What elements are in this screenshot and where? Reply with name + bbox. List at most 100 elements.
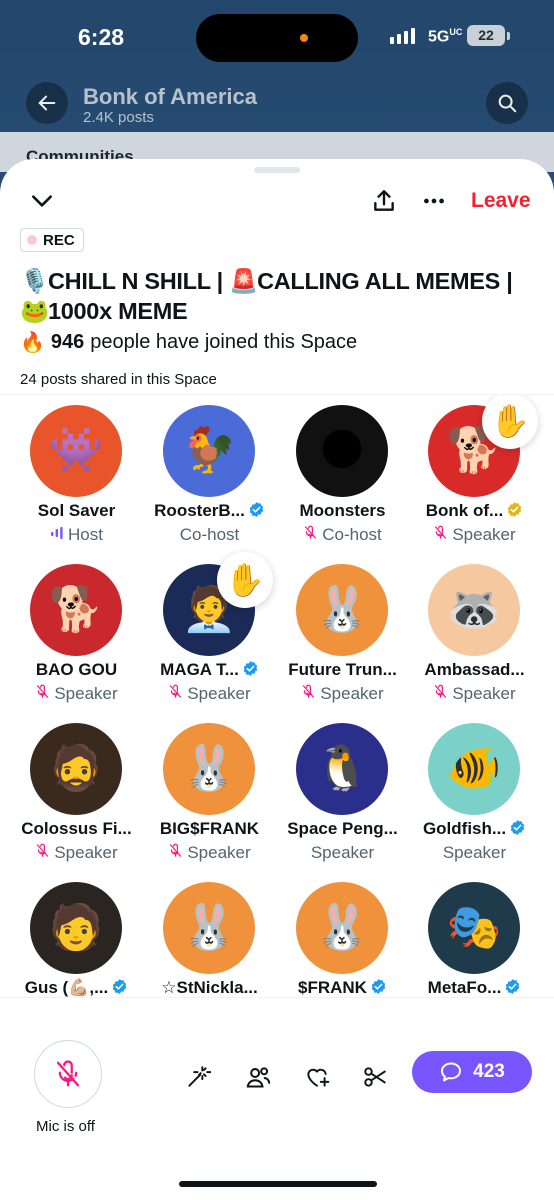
clip-button[interactable] [360, 1062, 390, 1092]
joined-number: 946 [50, 331, 85, 353]
posts-shared-link[interactable]: 24 posts shared in this Space [20, 371, 217, 388]
effects-button[interactable] [183, 1062, 213, 1092]
participant-name-text: $FRANK [298, 978, 367, 997]
microphone-emoji: 🎙️ [20, 268, 49, 294]
collapse-button[interactable] [22, 181, 62, 221]
raised-hand-icon: ✋ [482, 395, 538, 449]
more-button[interactable] [414, 181, 454, 221]
participant-card[interactable]: 🐠 Goldfish... Speaker [408, 717, 541, 875]
participant-card[interactable]: 🐕 ✋ Bonk of... Speaker [408, 395, 541, 557]
avatar-image: 🎭 [446, 903, 502, 952]
avatar[interactable]: 🐰 [296, 882, 388, 974]
participant-name: Gus (💪🏼,... [10, 978, 143, 997]
space-title-part3: 1000x MEME [48, 298, 188, 324]
participant-name: Sol Saver [10, 501, 143, 521]
community-post-count: 2.4K posts [83, 109, 154, 126]
mic-off-icon [35, 684, 50, 704]
search-button[interactable] [486, 82, 528, 124]
mic-off-icon [301, 684, 316, 704]
participant-card[interactable]: 🐰 ☆StNickla... [143, 876, 276, 997]
participant-card[interactable]: 🦝 Ambassad... Speaker [408, 558, 541, 716]
fire-icon: 🔥 [20, 332, 45, 354]
participant-role: Speaker [276, 684, 409, 704]
avatar[interactable]: 👾 [30, 405, 122, 497]
network-label: 5G [428, 28, 450, 46]
background-header: Bonk of America 2.4K posts [0, 80, 554, 132]
participant-card[interactable]: 🐰 Future Trun... Speaker [276, 558, 409, 716]
participant-role: Speaker [408, 525, 541, 545]
participant-name-text: Moonsters [299, 501, 386, 520]
participant-role: Co-host [276, 525, 409, 545]
leave-button[interactable]: Leave [471, 189, 531, 213]
participant-card[interactable]: 🌑 Moonsters Co-host [276, 399, 409, 557]
participant-card[interactable]: 🐧 Space Peng... Speaker [276, 717, 409, 875]
participant-role-text: Speaker [452, 684, 516, 703]
participant-name: Moonsters [276, 501, 409, 521]
participant-card[interactable]: 🧑 Gus (💪🏼,... [10, 876, 143, 997]
avatar-image: 🐰 [314, 585, 370, 634]
host-bars-icon [50, 525, 64, 545]
participant-card[interactable]: 🐰 BIG$FRANK Speaker [143, 717, 276, 875]
avatar[interactable]: 🐕 [30, 564, 122, 656]
participant-role-text: Co-host [322, 525, 382, 544]
sheet-grabber[interactable] [254, 167, 300, 173]
participant-role: Speaker [143, 684, 276, 704]
avatar[interactable]: 🐧 [296, 723, 388, 815]
participant-role-text: Speaker [54, 843, 118, 862]
share-button[interactable] [364, 181, 404, 221]
avatar-image: 🌑 [319, 426, 365, 475]
verified-badge-icon [248, 501, 265, 523]
avatar[interactable]: 🐠 [428, 723, 520, 815]
participant-card[interactable]: 🐰 $FRANK [276, 876, 409, 997]
participant-card[interactable]: 🧔 Colossus Fi... Speaker [10, 717, 143, 875]
more-icon [424, 198, 444, 204]
community-title: Bonk of America [83, 84, 258, 109]
participant-name: RoosterB... [143, 501, 276, 523]
search-icon [498, 94, 517, 113]
participant-role: Speaker [408, 843, 541, 863]
avatar[interactable]: 🐰 [296, 564, 388, 656]
rec-badge: REC [20, 228, 84, 252]
mic-off-icon [303, 525, 318, 545]
space-title: 🎙️CHILL N SHILL | 🚨CALLING ALL MEMES | 🐸1… [20, 266, 540, 326]
participant-card[interactable]: 👾 Sol Saver Host [10, 399, 143, 557]
mic-off-icon [35, 843, 50, 863]
avatar[interactable]: 🐓 [163, 405, 255, 497]
avatar[interactable]: 🎭 [428, 882, 520, 974]
participant-name: Ambassad... [408, 660, 541, 680]
network-indicator: 5GUC [428, 27, 462, 46]
avatar[interactable]: 🧑 [30, 882, 122, 974]
status-bar: 6:28 5GUC 22 [0, 0, 554, 80]
participant-role-text: Speaker [452, 525, 516, 544]
avatar[interactable]: 🐰 [163, 882, 255, 974]
mic-off-icon [56, 1060, 80, 1087]
joined-count: 🔥 946 people have joined this Space [20, 330, 357, 355]
participant-card[interactable]: 🧑‍💼 ✋ MAGA T... Speaker [143, 552, 276, 716]
mic-off-icon [168, 843, 183, 863]
participant-card[interactable]: 🐕 BAO GOU Speaker [10, 558, 143, 716]
avatar-image: 🦝 [446, 585, 502, 634]
participant-name: $FRANK [276, 978, 409, 997]
people-button[interactable] [243, 1062, 273, 1092]
participant-name: MetaFo... [408, 978, 541, 997]
frog-emoji: 🐸 [20, 298, 49, 324]
avatar[interactable]: 🐰 [163, 723, 255, 815]
avatar[interactable]: 🌑 [296, 405, 388, 497]
joined-text: people have joined this Space [90, 331, 358, 353]
participant-name: BIG$FRANK [143, 819, 276, 839]
comments-button[interactable]: 423 [412, 1051, 532, 1093]
participant-role-text: Speaker [310, 843, 375, 862]
avatar[interactable]: 🧔 [30, 723, 122, 815]
participant-card[interactable]: 🎭 MetaFo... [408, 876, 541, 997]
mic-toggle-button[interactable] [34, 1040, 102, 1108]
back-button[interactable] [26, 82, 68, 124]
participant-name-text: Goldfish... [422, 819, 507, 838]
participant-card[interactable]: 🐓 RoosterB... Co-host [143, 399, 276, 557]
participant-name-text: Colossus Fi... [21, 819, 132, 838]
avatar[interactable]: 🦝 [428, 564, 520, 656]
mic-off-icon [433, 525, 448, 545]
mic-status-label: Mic is off [36, 1118, 95, 1135]
verified-badge-icon [242, 660, 259, 682]
participant-name-text: Sol Saver [37, 501, 116, 520]
react-button[interactable] [302, 1062, 332, 1092]
